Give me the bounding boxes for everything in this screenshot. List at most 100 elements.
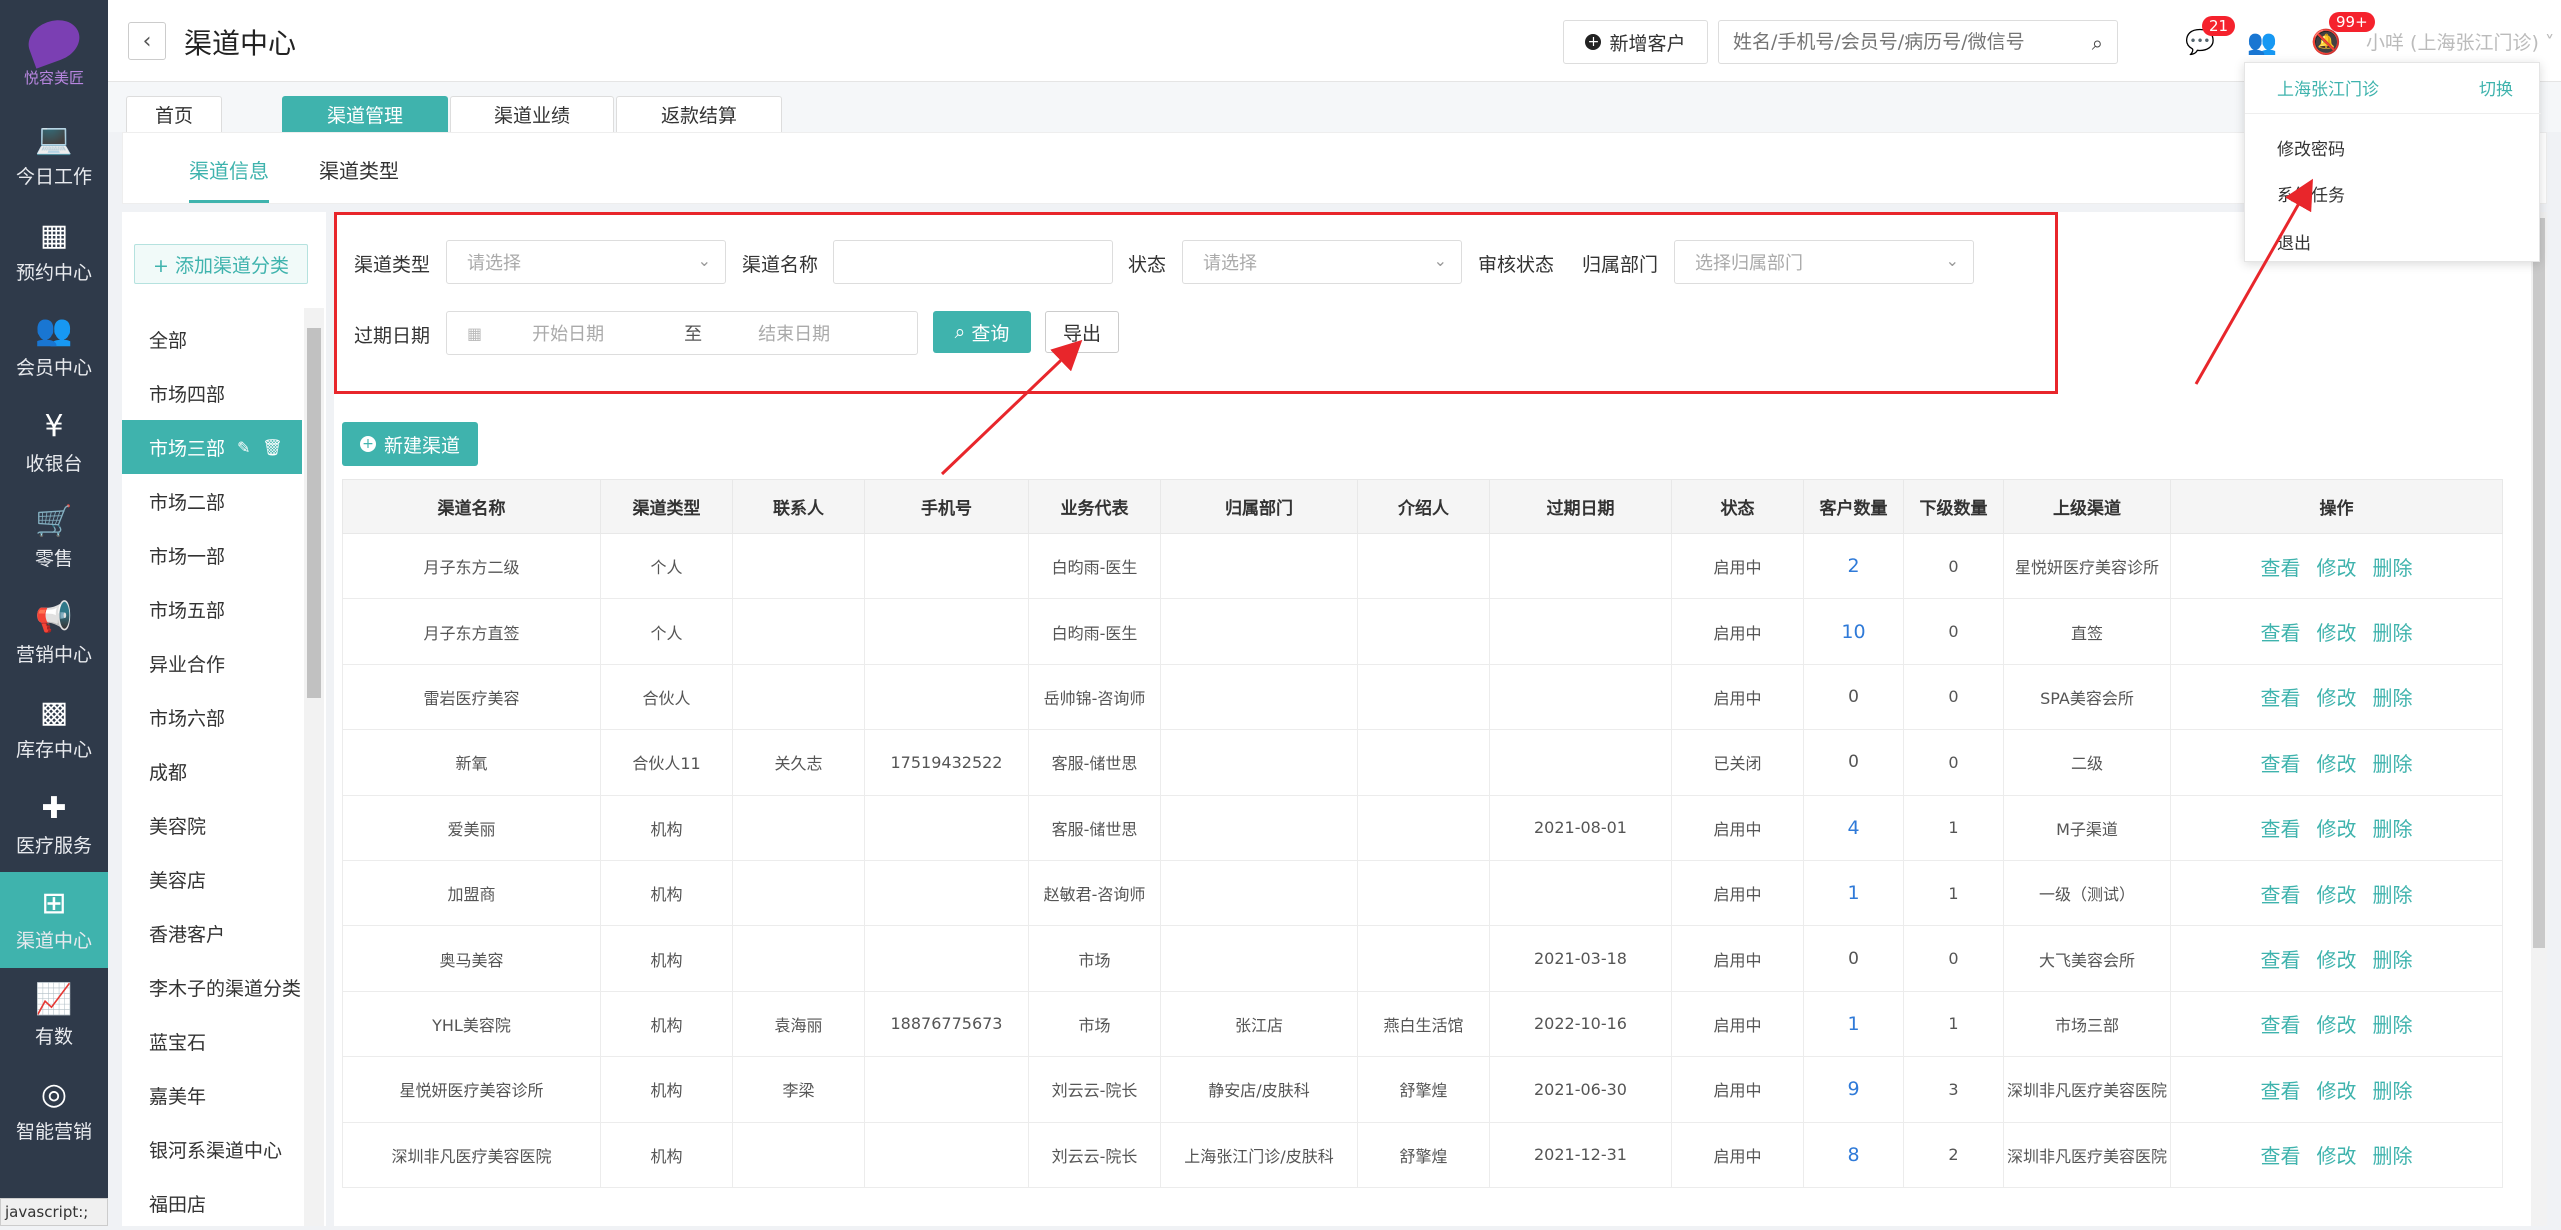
delete-link[interactable]: 删除: [2373, 1013, 2413, 1037]
tab-channel-performance[interactable]: 渠道业绩: [450, 96, 614, 132]
search-input[interactable]: [1719, 21, 2059, 63]
view-link[interactable]: 查看: [2261, 1144, 2301, 1168]
subtab-channel-info[interactable]: 渠道信息: [189, 155, 269, 203]
view-link[interactable]: 查看: [2261, 883, 2301, 907]
nav-item-9[interactable]: 📈 有数: [0, 968, 108, 1064]
nav-item-2[interactable]: 👥 会员中心: [0, 299, 108, 395]
department-select[interactable]: 选择归属部门 ⌄: [1674, 240, 1974, 284]
trash-icon[interactable]: 🗑: [262, 438, 282, 457]
delete-link[interactable]: 删除: [2373, 556, 2413, 580]
query-button[interactable]: ⌕ 查询: [933, 311, 1031, 353]
table-cell[interactable]: 1: [1803, 859, 1904, 927]
edit-link[interactable]: 修改: [2317, 883, 2357, 907]
category-item[interactable]: 市场六部: [122, 690, 302, 744]
tab-home[interactable]: 首页: [126, 96, 222, 132]
back-button[interactable]: ‹: [128, 22, 166, 60]
view-link[interactable]: 查看: [2261, 1013, 2301, 1037]
nav-item-10[interactable]: ◎ 智能营销: [0, 1063, 108, 1159]
edit-link[interactable]: 修改: [2317, 686, 2357, 710]
delete-link[interactable]: 删除: [2373, 948, 2413, 972]
category-item[interactable]: 美容店: [122, 852, 302, 906]
edit-link[interactable]: 修改: [2317, 817, 2357, 841]
view-link[interactable]: 查看: [2261, 621, 2301, 645]
edit-link[interactable]: 修改: [2317, 556, 2357, 580]
category-item[interactable]: 美容院: [122, 798, 302, 852]
view-link[interactable]: 查看: [2261, 817, 2301, 841]
scroll-thumb[interactable]: [307, 328, 321, 698]
nav-item-4[interactable]: 🛒 零售: [0, 490, 108, 586]
delete-link[interactable]: 删除: [2373, 621, 2413, 645]
status-select[interactable]: 请选择 ⌄: [1182, 240, 1462, 284]
scroll-thumb[interactable]: [2533, 218, 2545, 948]
row-actions: 查看 修改 删除: [2170, 598, 2503, 665]
category-item[interactable]: 香港客户: [122, 906, 302, 960]
category-item[interactable]: 市场二部: [122, 474, 302, 528]
view-link[interactable]: 查看: [2261, 1079, 2301, 1103]
page-scrollbar[interactable]: [2531, 212, 2547, 1226]
table-cell[interactable]: 10: [1803, 598, 1904, 665]
table-cell[interactable]: 9: [1803, 1056, 1904, 1123]
category-item[interactable]: 成都: [122, 744, 302, 798]
nav-item-8[interactable]: ⊞ 渠道中心: [0, 872, 108, 968]
tab-refund-settlement[interactable]: 返款结算: [616, 96, 782, 132]
export-button[interactable]: 导出: [1045, 311, 1119, 353]
table-cell[interactable]: 4: [1803, 794, 1904, 861]
category-item[interactable]: 异业合作: [122, 636, 302, 690]
table-cell[interactable]: 8: [1803, 1121, 1904, 1188]
logo[interactable]: 悦容美匠: [0, 0, 108, 108]
category-item[interactable]: 市场一部: [122, 528, 302, 582]
delete-link[interactable]: 删除: [2373, 752, 2413, 776]
user-menu[interactable]: 小咩 (上海张江门诊) ˅: [2366, 28, 2554, 55]
category-item[interactable]: 嘉美年: [122, 1068, 302, 1122]
category-item[interactable]: 银河系渠道中心: [122, 1122, 302, 1176]
table-cell[interactable]: 1: [1803, 990, 1904, 1058]
search-icon[interactable]: ⌕: [2092, 31, 2103, 55]
table-cell[interactable]: 2: [1803, 532, 1904, 600]
nav-item-7[interactable]: ✚ 医疗服务: [0, 777, 108, 873]
group-icon[interactable]: 👥: [2244, 24, 2280, 60]
delete-link[interactable]: 删除: [2373, 1079, 2413, 1103]
view-link[interactable]: 查看: [2261, 686, 2301, 710]
channel-name-input[interactable]: [833, 240, 1113, 284]
delete-link[interactable]: 删除: [2373, 1144, 2413, 1168]
nav-item-5[interactable]: 📢 营销中心: [0, 586, 108, 682]
category-scrollbar[interactable]: [304, 308, 324, 1226]
logout-item[interactable]: 退出: [2277, 229, 2311, 254]
view-link[interactable]: 查看: [2261, 556, 2301, 580]
category-item[interactable]: 福田店: [122, 1176, 302, 1230]
edit-icon[interactable]: ✎: [237, 438, 250, 457]
category-item[interactable]: 市场五部: [122, 582, 302, 636]
delete-link[interactable]: 删除: [2373, 883, 2413, 907]
edit-link[interactable]: 修改: [2317, 621, 2357, 645]
category-item[interactable]: 李木子的渠道分类: [122, 960, 302, 1014]
edit-link[interactable]: 修改: [2317, 1079, 2357, 1103]
laptop-icon: 💻: [35, 122, 73, 158]
nav-item-3[interactable]: ¥ 收银台: [0, 395, 108, 491]
category-item[interactable]: 市场三部 ✎ 🗑: [122, 420, 302, 474]
system-tasks-item[interactable]: 系统任务: [2277, 181, 2345, 206]
nav-item-0[interactable]: 💻 今日工作: [0, 108, 108, 204]
add-category-button[interactable]: + 添加渠道分类: [134, 244, 308, 284]
tab-channel-management[interactable]: 渠道管理: [282, 96, 448, 132]
view-link[interactable]: 查看: [2261, 948, 2301, 972]
delete-link[interactable]: 删除: [2373, 686, 2413, 710]
view-link[interactable]: 查看: [2261, 752, 2301, 776]
edit-link[interactable]: 修改: [2317, 1013, 2357, 1037]
date-range-picker[interactable]: ▦ 开始日期 至 结束日期: [446, 311, 918, 355]
subtab-channel-type[interactable]: 渠道类型: [319, 155, 399, 200]
edit-link[interactable]: 修改: [2317, 948, 2357, 972]
start-date-placeholder: 开始日期: [532, 324, 605, 345]
category-item[interactable]: 蓝宝石: [122, 1014, 302, 1068]
nav-item-1[interactable]: ▦ 预约中心: [0, 204, 108, 300]
change-password-item[interactable]: 修改密码: [2277, 135, 2345, 160]
delete-link[interactable]: 删除: [2373, 817, 2413, 841]
channel-type-select[interactable]: 请选择 ⌄: [446, 240, 726, 284]
category-item[interactable]: 市场四部: [122, 366, 302, 420]
category-item[interactable]: 全部: [122, 312, 302, 366]
edit-link[interactable]: 修改: [2317, 1144, 2357, 1168]
switch-branch-link[interactable]: 切换: [2479, 75, 2513, 100]
nav-item-6[interactable]: ▩ 库存中心: [0, 681, 108, 777]
new-channel-button[interactable]: + 新建渠道: [342, 422, 478, 466]
edit-link[interactable]: 修改: [2317, 752, 2357, 776]
new-customer-button[interactable]: + 新增客户: [1563, 20, 1708, 64]
